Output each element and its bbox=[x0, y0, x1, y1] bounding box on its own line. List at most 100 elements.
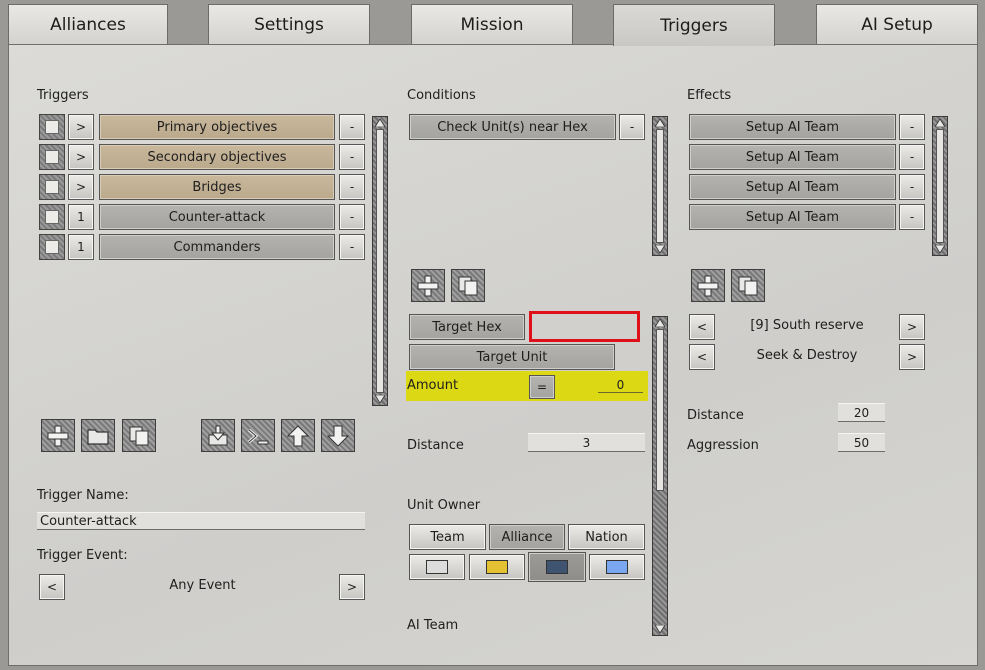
trigger-event-prev-button[interactable]: < bbox=[39, 574, 65, 600]
move-up-button[interactable] bbox=[281, 419, 315, 452]
tab-alliances[interactable]: Alliances bbox=[8, 4, 168, 45]
import-button[interactable] bbox=[201, 419, 235, 452]
effect-distance-label: Distance bbox=[687, 408, 744, 423]
target-hex-value-box[interactable] bbox=[529, 311, 640, 342]
trigger-expand-0[interactable]: > bbox=[68, 114, 94, 140]
trigger-item-secondary-objectives[interactable]: Secondary objectives bbox=[99, 144, 335, 170]
tab-mission[interactable]: Mission bbox=[411, 4, 573, 45]
trigger-remove-4[interactable]: - bbox=[339, 234, 365, 260]
arrow-down-icon bbox=[327, 425, 349, 447]
condition-item-check-units-near-hex[interactable]: Check Unit(s) near Hex bbox=[409, 114, 616, 140]
trigger-name-input[interactable]: Counter-attack bbox=[37, 512, 365, 530]
move-down-button[interactable] bbox=[321, 419, 355, 452]
owner-nation-button[interactable]: Nation bbox=[568, 524, 645, 550]
color-swatch-navy bbox=[546, 560, 568, 574]
amount-input[interactable]: 0 bbox=[598, 377, 643, 393]
effect-item-0[interactable]: Setup AI Team bbox=[689, 114, 896, 140]
trigger-remove-3[interactable]: - bbox=[339, 204, 365, 230]
owner-alliance-button[interactable]: Alliance bbox=[489, 524, 565, 550]
scroll-up-icon[interactable] bbox=[375, 119, 385, 127]
copy-trigger-button[interactable] bbox=[122, 419, 156, 452]
scroll-up-icon[interactable] bbox=[655, 119, 665, 127]
trigger-remove-1[interactable]: - bbox=[339, 144, 365, 170]
trigger-expand-1[interactable]: > bbox=[68, 144, 94, 170]
effect-remove-3[interactable]: - bbox=[899, 204, 925, 230]
scroll-down-icon[interactable] bbox=[375, 395, 385, 403]
trigger-checkbox-1[interactable] bbox=[39, 144, 65, 170]
ai-team-prev-button[interactable]: < bbox=[689, 314, 715, 340]
ai-mode-next-button[interactable]: > bbox=[899, 344, 925, 370]
triggers-scrollbar[interactable] bbox=[372, 116, 388, 406]
copy-condition-button[interactable] bbox=[451, 269, 485, 302]
amount-label: Amount bbox=[407, 378, 459, 393]
color-swatch-button-white[interactable] bbox=[409, 554, 465, 580]
trigger-event-next-button[interactable]: > bbox=[339, 574, 365, 600]
trigger-expand-2[interactable]: > bbox=[68, 174, 94, 200]
condition-remove-0[interactable]: - bbox=[619, 114, 645, 140]
effect-item-1[interactable]: Setup AI Team bbox=[689, 144, 896, 170]
scroll-thumb[interactable] bbox=[656, 329, 664, 491]
condition-params-scrollbar[interactable] bbox=[652, 316, 668, 636]
trigger-name-label: Trigger Name: bbox=[37, 488, 129, 503]
terminal-icon bbox=[248, 428, 269, 444]
scroll-thumb[interactable] bbox=[376, 129, 384, 393]
scroll-down-icon[interactable] bbox=[935, 245, 945, 253]
copy-effect-button[interactable] bbox=[731, 269, 765, 302]
plus-icon bbox=[697, 275, 719, 296]
scroll-thumb[interactable] bbox=[936, 129, 944, 243]
trigger-item-primary-objectives[interactable]: Primary objectives bbox=[99, 114, 335, 140]
script-button[interactable] bbox=[241, 419, 275, 452]
effect-item-2[interactable]: Setup AI Team bbox=[689, 174, 896, 200]
effect-item-3[interactable]: Setup AI Team bbox=[689, 204, 896, 230]
trigger-event-label: Trigger Event: bbox=[37, 548, 128, 563]
effect-remove-2[interactable]: - bbox=[899, 174, 925, 200]
scroll-down-icon[interactable] bbox=[655, 625, 665, 633]
effect-remove-0[interactable]: - bbox=[899, 114, 925, 140]
color-swatch-button-navy[interactable] bbox=[528, 552, 586, 582]
ai-team-next-button[interactable]: > bbox=[899, 314, 925, 340]
target-unit-button[interactable]: Target Unit bbox=[409, 344, 615, 370]
condition-distance-input[interactable]: 3 bbox=[528, 433, 645, 452]
target-hex-button[interactable]: Target Hex bbox=[409, 314, 525, 340]
effects-scrollbar[interactable] bbox=[932, 116, 948, 256]
import-icon bbox=[208, 425, 228, 445]
color-swatch-button-blue[interactable] bbox=[589, 554, 645, 580]
trigger-checkbox-3[interactable] bbox=[39, 204, 65, 230]
trigger-index-4[interactable]: 1 bbox=[68, 234, 94, 260]
add-trigger-button[interactable] bbox=[41, 419, 75, 452]
triggers-heading: Triggers bbox=[37, 88, 89, 103]
tab-triggers[interactable]: Triggers bbox=[613, 4, 775, 46]
tab-ai-setup[interactable]: AI Setup bbox=[816, 4, 978, 45]
conditions-scrollbar[interactable] bbox=[652, 116, 668, 256]
color-swatch-white bbox=[426, 560, 448, 574]
color-swatch-button-yellow[interactable] bbox=[469, 554, 525, 580]
aggression-input[interactable]: 50 bbox=[838, 433, 885, 452]
ai-mode-prev-button[interactable]: < bbox=[689, 344, 715, 370]
scroll-up-icon[interactable] bbox=[935, 119, 945, 127]
scroll-down-icon[interactable] bbox=[655, 245, 665, 253]
trigger-checkbox-2[interactable] bbox=[39, 174, 65, 200]
copy-icon bbox=[738, 276, 758, 295]
trigger-item-commanders[interactable]: Commanders bbox=[99, 234, 335, 260]
add-folder-button[interactable] bbox=[81, 419, 115, 452]
effect-remove-1[interactable]: - bbox=[899, 144, 925, 170]
owner-team-button[interactable]: Team bbox=[409, 524, 486, 550]
add-effect-button[interactable] bbox=[691, 269, 725, 302]
trigger-index-3[interactable]: 1 bbox=[68, 204, 94, 230]
effect-distance-input[interactable]: 20 bbox=[838, 403, 885, 422]
scroll-up-icon[interactable] bbox=[655, 319, 665, 327]
trigger-item-bridges[interactable]: Bridges bbox=[99, 174, 335, 200]
trigger-checkbox-0[interactable] bbox=[39, 114, 65, 140]
condition-distance-label: Distance bbox=[407, 438, 464, 453]
trigger-checkbox-4[interactable] bbox=[39, 234, 65, 260]
amount-operator-button[interactable]: = bbox=[529, 375, 555, 399]
add-condition-button[interactable] bbox=[411, 269, 445, 302]
trigger-remove-0[interactable]: - bbox=[339, 114, 365, 140]
aggression-label: Aggression bbox=[687, 438, 759, 453]
trigger-remove-2[interactable]: - bbox=[339, 174, 365, 200]
tab-settings[interactable]: Settings bbox=[208, 4, 370, 45]
effects-heading: Effects bbox=[687, 88, 732, 103]
ai-team-value: [9] South reserve bbox=[750, 318, 864, 333]
scroll-thumb[interactable] bbox=[656, 129, 664, 243]
trigger-item-counter-attack[interactable]: Counter-attack bbox=[99, 204, 335, 230]
